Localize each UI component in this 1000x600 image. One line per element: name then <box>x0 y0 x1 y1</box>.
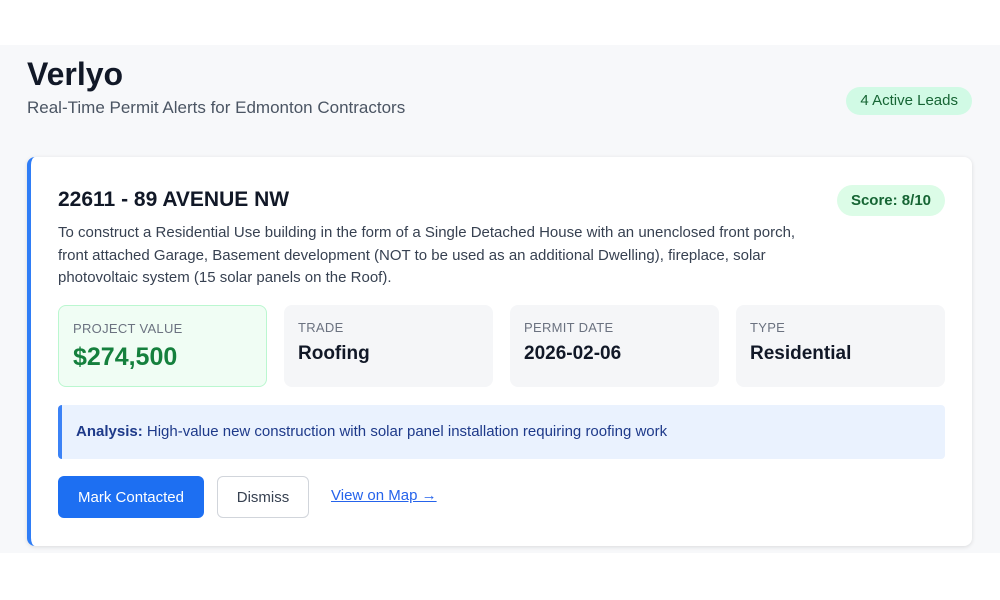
brand-subtitle: Real-Time Permit Alerts for Edmonton Con… <box>27 98 406 117</box>
lead-address: 22611 - 89 AVENUE NW <box>58 188 290 211</box>
stat-trade: TRADE Roofing <box>284 305 493 387</box>
lead-card: 22611 - 89 AVENUE NW Score: 8/10 To cons… <box>27 157 972 546</box>
stat-type: TYPE Residential <box>736 305 945 387</box>
stat-project-value: PROJECT VALUE $274,500 <box>58 305 267 387</box>
analysis-text: High-value new construction with solar p… <box>146 423 668 440</box>
mark-contacted-button[interactable]: Mark Contacted <box>58 476 204 518</box>
score-badge: Score: 8/10 <box>836 185 945 216</box>
stat-label: PROJECT VALUE <box>73 321 183 336</box>
stat-value: Roofing <box>298 343 370 364</box>
analysis-label: Analysis: <box>76 423 143 440</box>
stat-permit-date: PERMIT DATE 2026-02-06 <box>510 305 719 387</box>
view-on-map-link[interactable]: View on Map → <box>331 487 437 504</box>
stat-value: $274,500 <box>73 343 178 371</box>
stat-value: Residential <box>750 343 852 364</box>
active-leads-badge: 4 Active Leads <box>846 87 972 115</box>
lead-description: To construct a Residential Use building … <box>58 224 796 286</box>
stat-value: 2026-02-06 <box>524 343 622 364</box>
stat-label: TYPE <box>750 320 786 335</box>
stat-label: PERMIT DATE <box>524 320 614 335</box>
brand-title: Verlyo <box>27 56 124 92</box>
app-root: Verlyo Real-Time Permit Alerts for Edmon… <box>0 45 1000 553</box>
header: Verlyo Real-Time Permit Alerts for Edmon… <box>27 57 972 127</box>
stats-grid: PROJECT VALUE $274,500 TRADE Roofing PER… <box>58 305 945 387</box>
dismiss-button[interactable]: Dismiss <box>217 476 309 518</box>
stat-label: TRADE <box>298 320 344 335</box>
analysis-box: Analysis: High-value new construction wi… <box>58 405 945 459</box>
